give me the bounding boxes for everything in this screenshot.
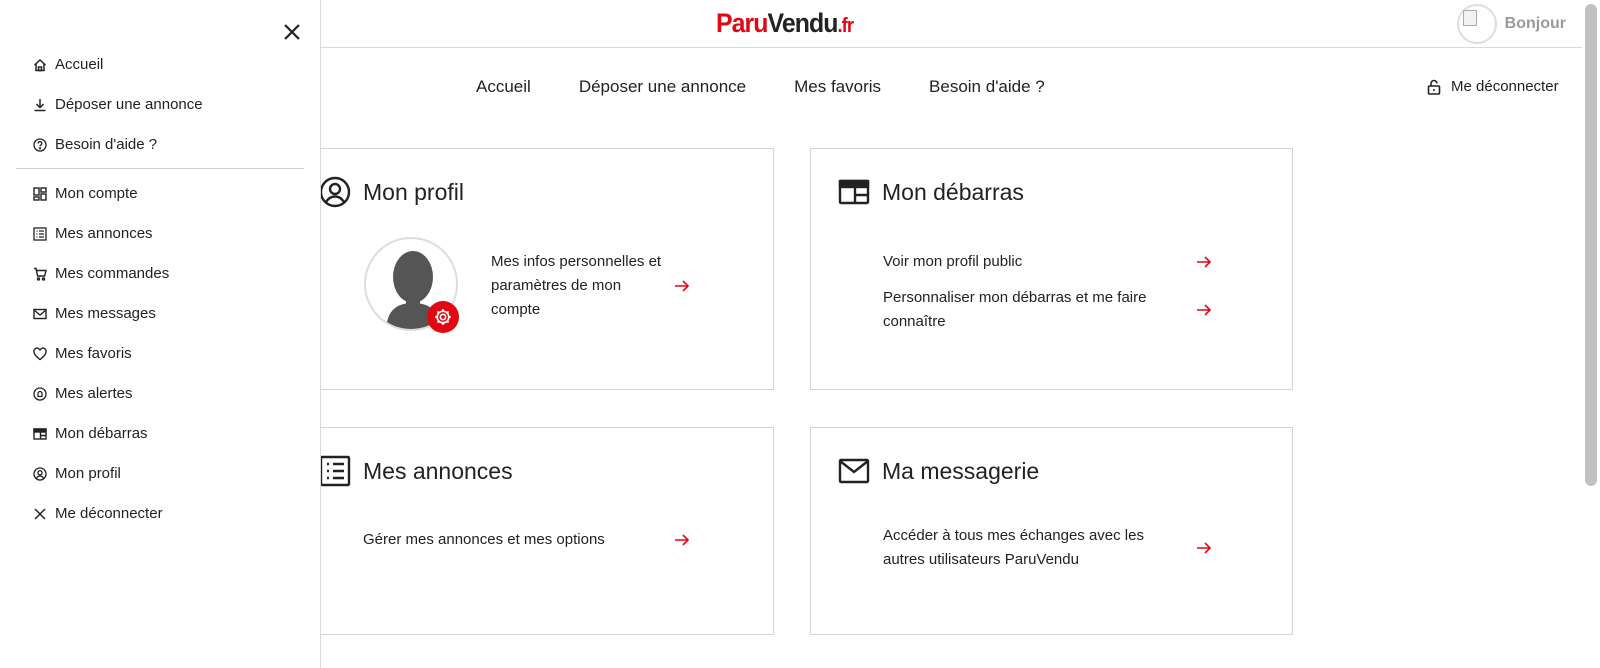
download-icon: [34, 98, 46, 111]
card-title-mon-debarras: Mon débarras: [838, 176, 1024, 208]
mail-icon: [33, 308, 47, 319]
drawer-item-mon-compte[interactable]: Mon compte: [33, 185, 138, 202]
link-gerer-annonces[interactable]: Gérer mes annonces et mes options: [363, 528, 691, 552]
list-icon: [33, 226, 47, 241]
arrow-right-icon: [1197, 542, 1212, 554]
arrow-right-icon: [1197, 304, 1212, 316]
drawer-item-accueil[interactable]: Accueil: [33, 56, 103, 73]
user-greeting[interactable]: Bonjour: [1505, 15, 1566, 33]
arrow-right-icon: [675, 280, 690, 292]
drawer-item-mes-annonces[interactable]: Mes annonces: [33, 225, 153, 242]
logout-button[interactable]: Me déconnecter: [1427, 78, 1559, 95]
user-menu[interactable]: Bonjour: [1456, 4, 1566, 44]
arrow-right-icon: [675, 534, 690, 546]
side-drawer: Accueil Déposer une annonce Besoin d'aid…: [0, 0, 321, 668]
close-drawer-icon[interactable]: [280, 20, 304, 44]
page-scrollbar[interactable]: [1582, 0, 1600, 668]
user-circle-icon: [33, 466, 47, 481]
nav-accueil[interactable]: Accueil: [476, 77, 531, 97]
drawer-item-mes-messages[interactable]: Mes messages: [33, 305, 156, 322]
home-icon: [33, 58, 47, 71]
lock-open-icon: [1427, 79, 1441, 95]
drawer-item-mes-alertes[interactable]: Mes alertes: [33, 385, 133, 402]
scrollbar-thumb[interactable]: [1585, 4, 1597, 486]
close-icon: [34, 507, 46, 520]
mail-icon: [838, 458, 870, 484]
drawer-item-mes-favoris[interactable]: Mes favoris: [33, 345, 132, 362]
list-icon: [319, 455, 351, 487]
gear-icon: [435, 309, 451, 325]
storefront-icon: [838, 179, 870, 205]
help-icon: [33, 137, 47, 152]
bell-icon: [33, 386, 47, 401]
nav-deposer-annonce[interactable]: Déposer une annonce: [579, 77, 746, 97]
logout-label: Me déconnecter: [1451, 78, 1559, 95]
drawer-item-deposer-annonce[interactable]: Déposer une annonce: [33, 96, 203, 113]
drawer-item-mon-profil[interactable]: Mon profil: [33, 465, 121, 482]
drawer-item-mes-commandes[interactable]: Mes commandes: [33, 265, 169, 282]
drawer-divider: [16, 168, 304, 169]
arrow-right-icon: [1197, 256, 1212, 268]
heart-icon: [33, 346, 47, 360]
main-nav: Accueil Déposer une annonce Mes favoris …: [476, 77, 1045, 97]
user-circle-icon: [319, 176, 351, 208]
card-title-mon-profil: Mon profil: [319, 176, 464, 208]
drawer-item-mon-debarras[interactable]: Mon débarras: [33, 425, 148, 442]
drawer-item-besoin-aide[interactable]: Besoin d'aide ?: [33, 136, 157, 153]
avatar[interactable]: [1456, 4, 1497, 44]
nav-mes-favoris[interactable]: Mes favoris: [794, 77, 881, 97]
card-title-ma-messagerie: Ma messagerie: [838, 455, 1039, 487]
link-personnaliser-debarras[interactable]: Personnaliser mon débarras et me faire c…: [883, 286, 1213, 334]
link-infos-personnelles[interactable]: Mes infos personnelles et paramètres de …: [491, 250, 691, 322]
cart-icon: [34, 267, 47, 281]
drawer-item-me-deconnecter[interactable]: Me déconnecter: [33, 505, 163, 522]
nav-besoin-aide[interactable]: Besoin d'aide ?: [929, 77, 1045, 97]
link-profil-public[interactable]: Voir mon profil public: [883, 250, 1213, 274]
dashboard-icon: [33, 186, 47, 201]
link-echanges[interactable]: Accéder à tous mes échanges avec les aut…: [883, 524, 1213, 572]
card-title-mes-annonces: Mes annonces: [319, 455, 513, 487]
paruvendu-logo[interactable]: ParuVendu.fr: [716, 8, 854, 39]
edit-profile-badge[interactable]: [427, 301, 459, 333]
storefront-icon: [33, 427, 47, 440]
